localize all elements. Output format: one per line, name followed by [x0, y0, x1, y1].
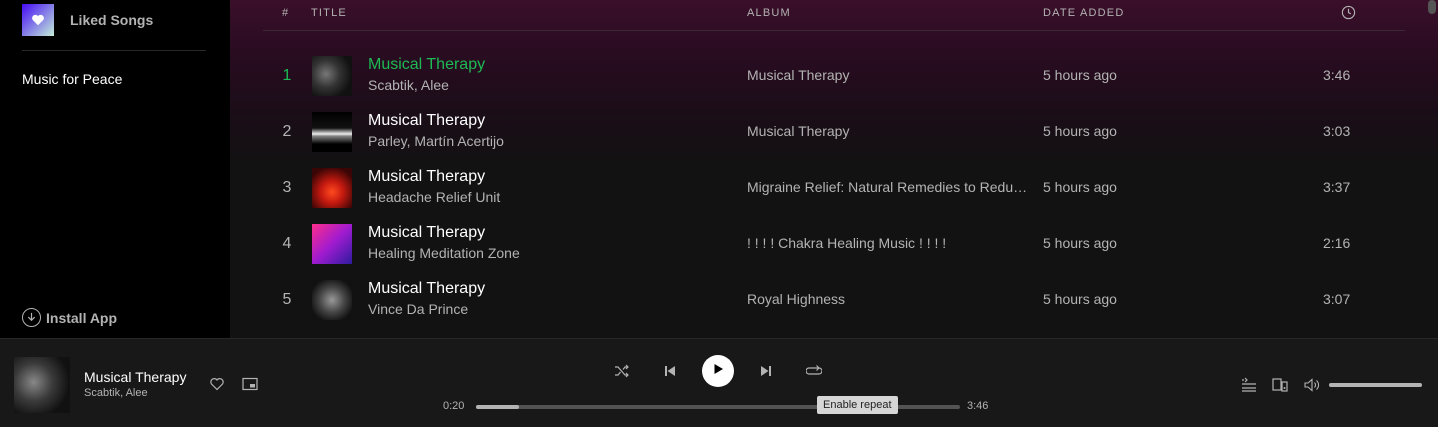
track-number: 1: [282, 67, 292, 84]
tooltip: Enable repeat: [817, 396, 898, 414]
track-duration: 3:46: [1323, 67, 1351, 83]
track-number: 3: [282, 179, 292, 196]
track-title[interactable]: Musical Therapy: [368, 112, 485, 130]
track-album[interactable]: Musical Therapy: [747, 67, 1029, 83]
track-album[interactable]: Musical Therapy: [747, 123, 1029, 139]
track-date-added: 5 hours ago: [1043, 235, 1117, 251]
album-cover: [312, 56, 352, 96]
table-row[interactable]: 3 Musical Therapy Headache Relief Unit M…: [263, 160, 1405, 216]
track-album[interactable]: Royal Highness: [747, 291, 1029, 307]
table-row[interactable]: 5 Musical Therapy Vince Da Prince Royal …: [263, 272, 1405, 328]
track-duration: 3:07: [1323, 291, 1351, 307]
progress-fill: [476, 405, 519, 409]
devices-icon[interactable]: [1272, 377, 1288, 393]
track-date-added: 5 hours ago: [1043, 67, 1117, 83]
picture-in-picture-icon[interactable]: [242, 377, 258, 391]
install-app-label: Install App: [46, 309, 118, 326]
now-playing-title[interactable]: Musical Therapy: [84, 369, 186, 385]
track-date-added: 5 hours ago: [1043, 179, 1117, 195]
now-playing-artist[interactable]: Scabtik, Alee: [84, 387, 148, 399]
track-title[interactable]: Musical Therapy: [368, 168, 485, 186]
track-number: 4: [282, 235, 292, 252]
player-bar: Musical Therapy Scabtik, Alee 0:20 3:46 …: [0, 338, 1438, 427]
header-title[interactable]: TITLE: [311, 7, 347, 19]
album-cover: [312, 224, 352, 264]
album-cover: [312, 112, 352, 152]
play-button[interactable]: [702, 355, 734, 387]
track-title[interactable]: Musical Therapy: [368, 280, 485, 298]
sidebar-divider: [22, 50, 206, 51]
album-cover: [312, 280, 352, 320]
volume-slider[interactable]: [1329, 383, 1422, 387]
track-album[interactable]: ! ! ! ! Chakra Healing Music ! ! ! !: [747, 235, 1029, 251]
track-date-added: 5 hours ago: [1043, 123, 1117, 139]
header-number: #: [282, 7, 290, 19]
track-artist[interactable]: Scabtik, Alee: [368, 77, 449, 93]
total-time: 3:46: [967, 400, 989, 412]
now-playing-cover[interactable]: [14, 357, 70, 413]
header-album[interactable]: ALBUM: [747, 7, 791, 19]
track-duration: 3:03: [1323, 123, 1351, 139]
heart-icon: [22, 4, 54, 36]
liked-songs-label: Liked Songs: [70, 12, 154, 28]
clock-icon: [1341, 5, 1356, 23]
track-artist[interactable]: Healing Meditation Zone: [368, 245, 520, 261]
volume-icon[interactable]: [1304, 377, 1320, 393]
play-icon: [712, 362, 724, 380]
elapsed-time: 0:20: [443, 400, 465, 412]
track-album[interactable]: Migraine Relief: Natural Remedies to Red…: [747, 179, 1029, 195]
track-artist[interactable]: Vince Da Prince: [368, 301, 468, 317]
sidebar: Liked Songs Music for Peace Install App: [0, 0, 230, 338]
liked-songs-link[interactable]: Liked Songs: [22, 4, 153, 36]
track-number: 2: [282, 123, 292, 140]
track-title[interactable]: Musical Therapy: [368, 224, 485, 242]
volume-fill: [1329, 383, 1422, 387]
track-artist[interactable]: Headache Relief Unit: [368, 189, 500, 205]
header-date-added[interactable]: DATE ADDED: [1043, 7, 1124, 19]
table-row[interactable]: 2 Musical Therapy Parley, Martín Acertij…: [263, 104, 1405, 160]
heart-icon[interactable]: [209, 376, 225, 392]
track-duration: 2:16: [1323, 235, 1351, 251]
next-icon[interactable]: [758, 363, 774, 379]
table-row[interactable]: 4 Musical Therapy Healing Meditation Zon…: [263, 216, 1405, 272]
playlist-main: # TITLE ALBUM DATE ADDED 1 Musical Thera…: [230, 0, 1438, 338]
track-date-added: 5 hours ago: [1043, 291, 1117, 307]
previous-icon[interactable]: [662, 363, 678, 379]
download-icon: [22, 308, 41, 327]
track-number: 5: [282, 291, 292, 308]
track-title[interactable]: Musical Therapy: [368, 56, 485, 74]
install-app-button[interactable]: Install App: [22, 308, 117, 327]
sidebar-item-playlist[interactable]: Music for Peace: [22, 71, 122, 87]
shuffle-icon[interactable]: [614, 363, 630, 379]
table-row[interactable]: 1 Musical Therapy Scabtik, Alee Musical …: [263, 48, 1405, 104]
repeat-icon[interactable]: [806, 363, 822, 379]
scrollbar[interactable]: [1428, 0, 1436, 14]
album-cover: [312, 168, 352, 208]
queue-icon[interactable]: [1241, 377, 1257, 393]
track-artist[interactable]: Parley, Martín Acertijo: [368, 133, 504, 149]
tracklist-header: # TITLE ALBUM DATE ADDED: [263, 0, 1405, 31]
track-duration: 3:37: [1323, 179, 1351, 195]
